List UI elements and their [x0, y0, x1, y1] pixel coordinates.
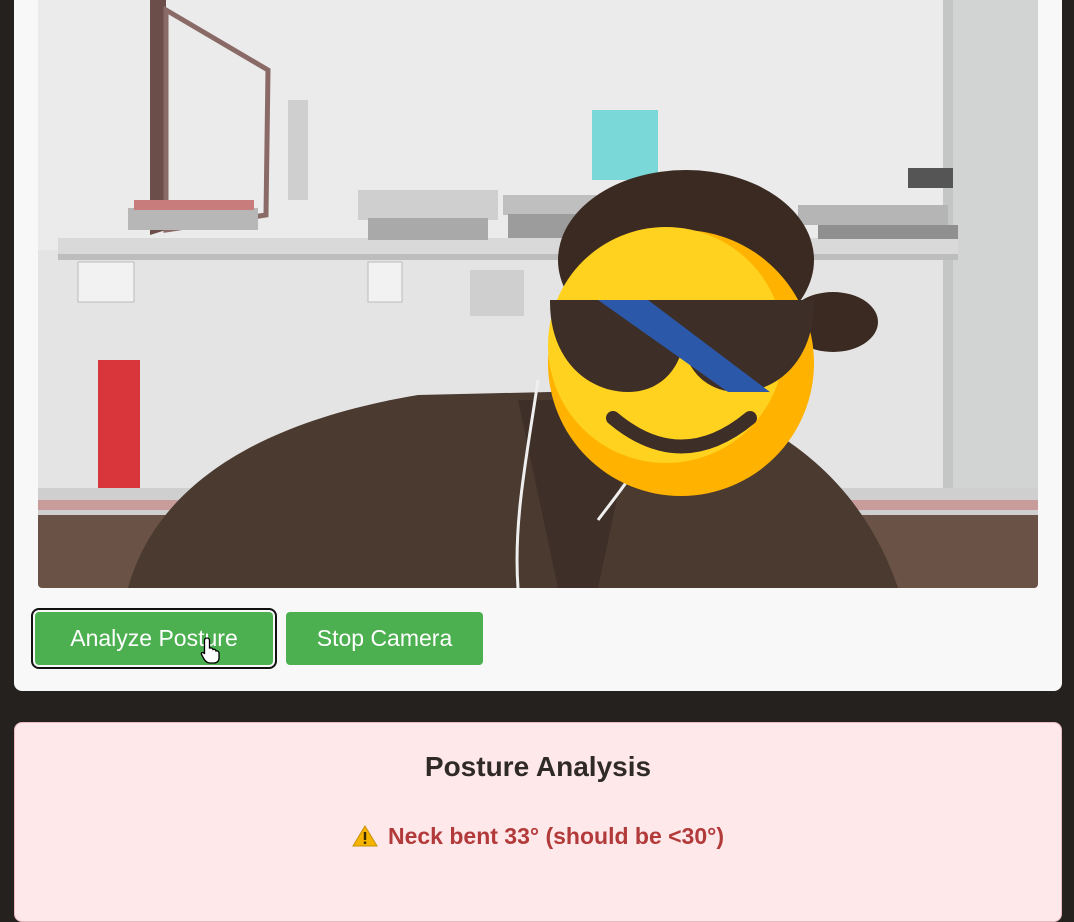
posture-alert: Neck bent 33° (should be <30°): [15, 823, 1061, 850]
posture-analysis-panel: Posture Analysis Neck bent 33° (should b…: [14, 722, 1062, 922]
analysis-title: Posture Analysis: [424, 751, 652, 782]
warning-icon: [352, 825, 378, 847]
camera-panel: Analyze Posture Stop Camera: [14, 0, 1062, 691]
stop-camera-button[interactable]: Stop Camera: [286, 612, 483, 665]
analyze-posture-button[interactable]: Analyze Posture: [31, 608, 277, 669]
hand-cursor-icon: [200, 637, 220, 664]
webcam-video: [38, 0, 1038, 588]
alert-text: Neck bent 33° (should be <30°): [387, 823, 724, 849]
webcam-feed-image: [38, 0, 1038, 588]
